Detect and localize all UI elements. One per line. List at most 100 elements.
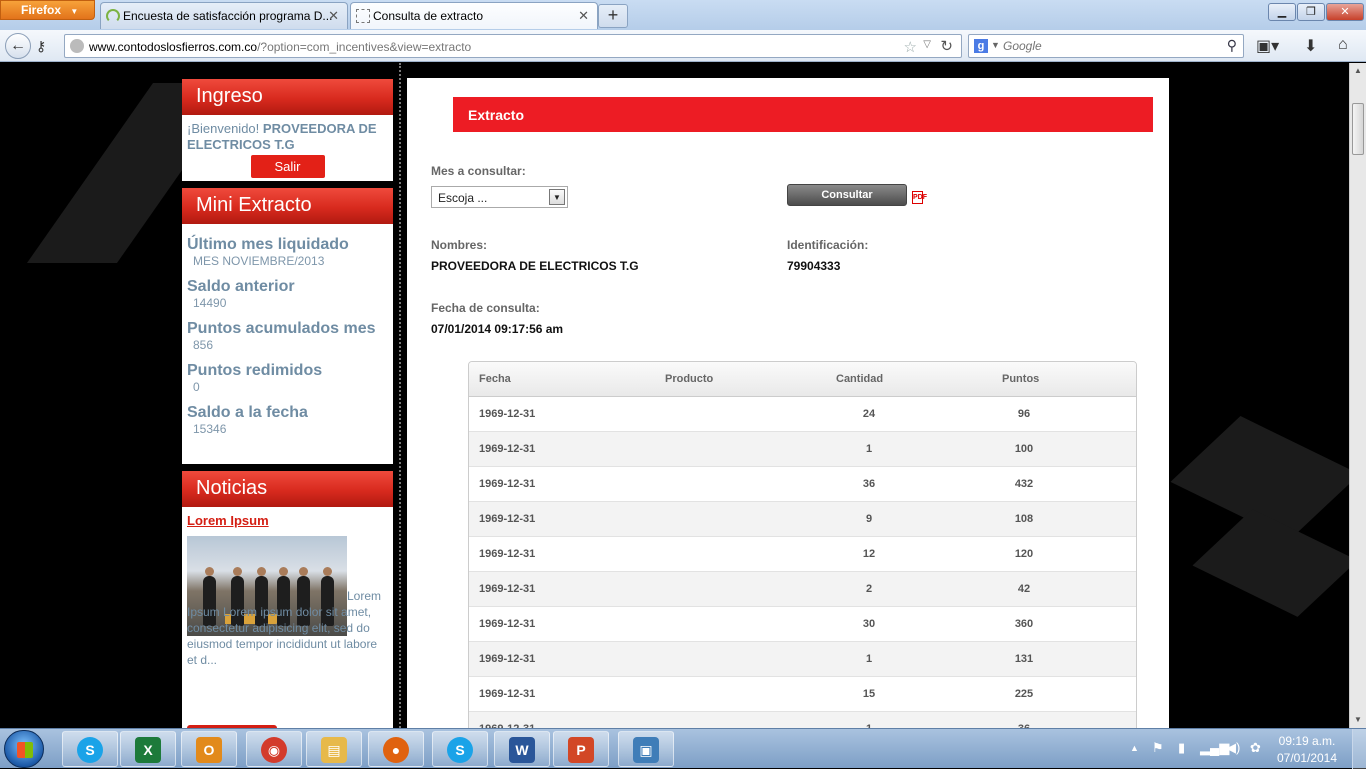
pdf-export-icon[interactable]: PDF [912,191,927,204]
cell-fecha: 1969-12-31 [479,513,536,525]
mini-statement-label: Saldo a la fecha [187,404,308,421]
cell-fecha: 1969-12-31 [479,548,536,560]
url-bar[interactable]: www.contodoslosfierros.com.co/?option=co… [64,34,962,58]
table-row: 1969-12-31136 [469,712,1136,728]
table-row: 1969-12-31 2 42 [469,572,1136,607]
history-dropdown-icon[interactable]: ▽ [923,39,931,50]
taskbar-app-skype-2[interactable]: S [432,731,488,767]
url-text: www.contodoslosfierros.com.co/?option=co… [89,40,471,54]
cell-fecha: 1969-12-31 [479,653,536,665]
taskbar-app-powerpoint[interactable]: P [553,731,609,767]
reload-icon[interactable]: ↻ [940,37,953,55]
welcome-prefix: ¡Bienvenido! [187,121,260,136]
mini-statement-module: Mini Extracto Último mes liquidado MES N… [182,188,393,464]
network-signal-icon[interactable]: ▂▄▆ [1200,740,1229,756]
window-close-button[interactable]: ✕ [1326,3,1364,21]
module-title: Ingreso [182,79,393,115]
back-arrow-icon[interactable]: ← [5,33,31,59]
consult-button[interactable]: Consultar [787,184,907,206]
taskbar-app-photo-viewer[interactable]: ▣ [618,731,674,767]
table-row: 1969-12-31 30 360 [469,607,1136,642]
cell-puntos: 225 [1014,688,1034,700]
column-header-fecha[interactable]: Fecha [479,373,511,385]
scroll-down-arrow-icon[interactable]: ▼ [1350,712,1366,728]
taskbar-app-skype[interactable]: S [62,731,118,767]
cell-puntos: 108 [1014,513,1034,525]
close-icon[interactable]: ✕ [578,8,589,24]
tab-consulta-extracto[interactable]: Consulta de extracto ✕ [350,2,598,29]
cell-puntos: 120 [1014,548,1034,560]
welcome-message: ¡Bienvenido! PROVEEDORA DE ELECTRICOS T.… [187,121,388,153]
blank-page-favicon-icon [356,9,370,23]
minimize-button[interactable]: ▁ [1268,3,1296,21]
news-excerpt-text: Lorem Ipsum Lorem ipsum dolor sit amet, … [187,589,382,667]
cell-puntos: 131 [1014,653,1034,665]
show-hidden-icons-icon[interactable]: ▲ [1130,743,1139,753]
photo-head-shape [233,567,242,576]
key-icon[interactable]: ⚷ [36,38,46,55]
month-select[interactable]: Escoja ... ▼ [431,186,568,208]
clock-time[interactable]: 09:19 a.m. [1272,734,1342,748]
search-icon[interactable]: ⚲ [1227,37,1237,54]
column-header-cantidad[interactable]: Cantidad [836,373,883,385]
mini-statement-item: Último mes liquidado MES NOVIEMBRE/2013 [187,236,388,268]
skype-icon: S [77,737,103,763]
scrollbar-thumb[interactable] [1352,103,1364,155]
mini-statement-item: Saldo anterior 14490 [187,278,388,310]
mini-statement-label: Puntos redimidos [187,362,323,379]
volume-icon[interactable]: ◀) [1226,740,1240,756]
bookmarks-menu-icon[interactable]: ▣▾ [1256,36,1279,56]
taskbar-app-outlook[interactable]: O [181,731,237,767]
mini-statement-value: 14490 [193,296,227,310]
new-tab-button[interactable]: + [598,4,628,28]
action-center-flag-icon[interactable]: ⚑ [1152,740,1164,756]
start-button[interactable] [4,730,44,768]
chevron-down-icon[interactable]: ▼ [991,40,1000,50]
background-decoration [1192,509,1349,617]
page-title: Extracto [453,97,1153,132]
column-header-producto[interactable]: Producto [665,373,713,385]
table-row: 1969-12-31 24 96 [469,397,1136,432]
search-input[interactable] [1003,37,1203,55]
browser-title-bar: Firefox ▼ Encuesta de satisfacción progr… [0,0,1366,30]
cell-puntos: 360 [1014,618,1034,630]
tab-encuesta[interactable]: Encuesta de satisfacción programa D... ✕ [100,2,348,29]
column-header-puntos[interactable]: Puntos [1002,373,1039,385]
cell-cantidad: 15 [862,688,876,700]
login-module: Ingreso ¡Bienvenido! PROVEEDORA DE ELECT… [182,79,393,181]
battery-icon[interactable]: ▮ [1178,740,1185,756]
taskbar-app-file-explorer[interactable]: ▤ [306,731,362,767]
table-row: 1969-12-31 9 108 [469,502,1136,537]
mini-statement-value: 0 [193,380,200,394]
news-title-link[interactable]: Lorem Ipsum [187,513,388,528]
cell-fecha: 1969-12-31 [479,443,536,455]
vertical-scrollbar[interactable]: ▲ ▼ [1349,63,1366,728]
downloads-icon[interactable]: ⬇ [1304,36,1317,56]
bookmark-star-icon[interactable]: ☆ [904,38,917,56]
url-host: www.contodoslosfierros.com.co [89,40,258,54]
navigation-toolbar: ← ⚷ www.contodoslosfierros.com.co/?optio… [0,30,1366,62]
taskbar-app-firefox[interactable]: ● [368,731,424,767]
logout-button[interactable]: Salir [250,155,325,178]
chevron-down-icon: ▼ [70,7,79,16]
close-icon[interactable]: ✕ [328,8,339,24]
taskbar-app-excel[interactable]: X [120,731,176,767]
taskbar-app-word[interactable]: W [494,731,550,767]
maximize-button[interactable]: ❐ [1297,3,1325,21]
scroll-up-arrow-icon[interactable]: ▲ [1350,63,1366,79]
clock-date[interactable]: 07/01/2014 [1272,751,1342,765]
chevron-down-icon: ▼ [549,189,565,205]
show-desktop-button[interactable] [1352,729,1366,769]
search-bar[interactable]: g ▼ ⚲ [968,34,1244,58]
sync-status-icon[interactable]: ✿ [1250,740,1261,756]
page-viewport: Ingreso ¡Bienvenido! PROVEEDORA DE ELECT… [0,63,1349,728]
mini-statement-item: Puntos redimidos 0 [187,362,388,394]
firefox-menu-button[interactable]: Firefox ▼ [0,0,95,20]
chrome-icon: ◉ [261,737,287,763]
google-engine-icon[interactable]: g [974,39,988,53]
globe-icon [70,39,84,53]
cell-cantidad: 9 [865,513,873,525]
home-icon[interactable]: ⌂ [1338,36,1348,54]
taskbar-app-chrome[interactable]: ◉ [246,731,302,767]
table-row: 1969-12-31 15 225 [469,677,1136,712]
